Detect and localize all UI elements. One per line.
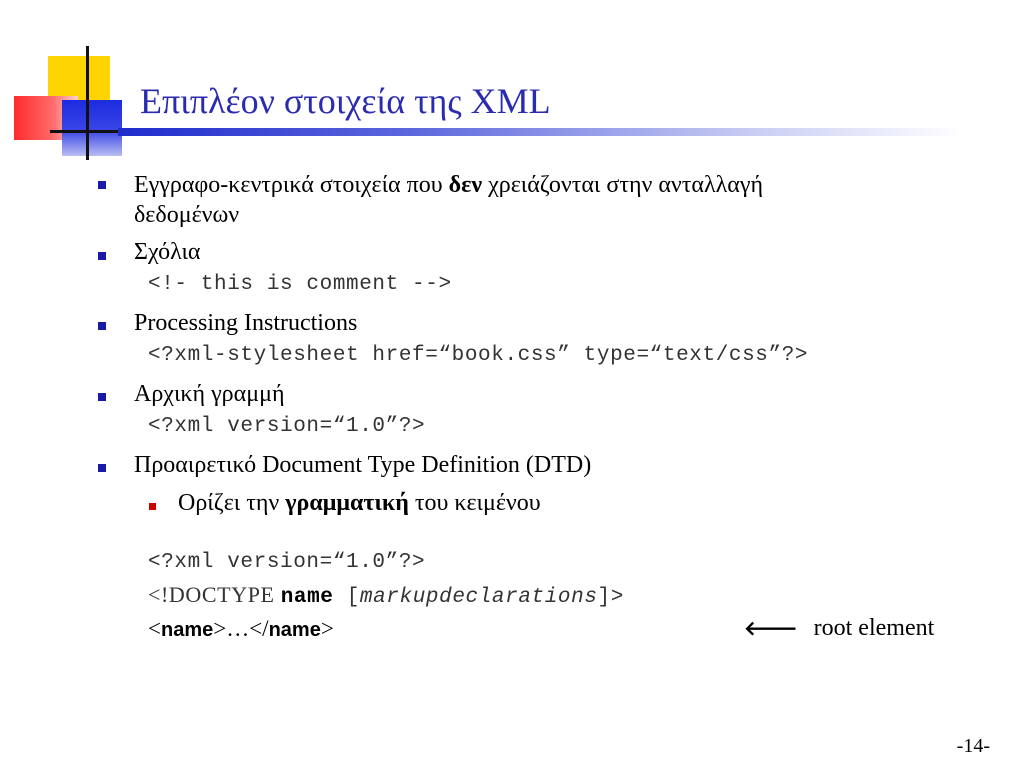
root-element-annotation: 🡐 root element	[744, 613, 934, 643]
sub-post: του κειμένου	[408, 490, 541, 516]
logo-blue-block	[62, 100, 122, 156]
lt: <	[148, 616, 161, 641]
slide-title: Επιπλέον στοιχεία της XML	[140, 81, 551, 121]
doctype-keyword: <!DOCTYPE	[148, 582, 281, 607]
bullet-icon	[98, 252, 106, 260]
bullet-icon	[98, 393, 106, 401]
bullet-2-text: Σχόλια	[134, 239, 201, 265]
gt: >	[320, 616, 334, 641]
example-line-3: <name>…</name>	[148, 614, 334, 645]
bullet-1-post: χρειάζονται στην ανταλλαγή	[482, 172, 764, 198]
bullet-5-sub-text: Ορίζει την γραμματική του κειμένου	[178, 488, 541, 518]
logo-vertical-line	[86, 46, 89, 160]
doctype-end: ]>	[597, 586, 624, 609]
bullet-icon	[98, 181, 106, 189]
doctype-markup: markupdeclarations	[359, 586, 598, 609]
bullet-icon	[98, 322, 106, 330]
doctype-name: name	[280, 586, 334, 609]
bullet-1-line2: δεδομένων	[134, 202, 240, 228]
bullet-4-code: <?xml version=“1.0”?>	[148, 415, 426, 438]
root-open-name: name	[160, 619, 214, 641]
sub-pre: Ορίζει την	[178, 490, 286, 516]
bullet-1-text: Εγγραφο-κεντρικά στοιχεία που δεν χρειάζ…	[134, 170, 763, 200]
bullet-icon	[98, 464, 106, 472]
bullet-5-text: Προαιρετικό Document Type Definition (DT…	[134, 452, 592, 478]
example-line-2: <!DOCTYPE name [markupdeclarations]>	[148, 582, 624, 609]
sub-bullet-icon	[149, 503, 156, 510]
bullet-1-pre: Εγγραφο-κεντρικά στοιχεία που	[134, 172, 449, 198]
root-mid: >…</	[213, 616, 269, 641]
sub-bold: γραμματική	[285, 490, 409, 516]
root-close-name: name	[268, 619, 321, 641]
bullet-1-bold: δεν	[448, 172, 483, 198]
bullet-4-text: Αρχική γραμμή	[134, 381, 285, 407]
title-underline	[118, 128, 964, 136]
bullet-3-code: <?xml-stylesheet href=“book.css” type=“t…	[148, 344, 809, 367]
example-line-1: <?xml version=“1.0”?>	[148, 551, 426, 574]
page-number: -14-	[956, 735, 990, 757]
left-arrow-icon: 🡐	[744, 616, 798, 640]
doctype-bracket: [	[333, 586, 360, 609]
bullet-3-text: Processing Instructions	[134, 310, 358, 336]
bullet-2-code: <!- this is comment -->	[148, 273, 452, 296]
root-element-label: root element	[813, 615, 935, 641]
